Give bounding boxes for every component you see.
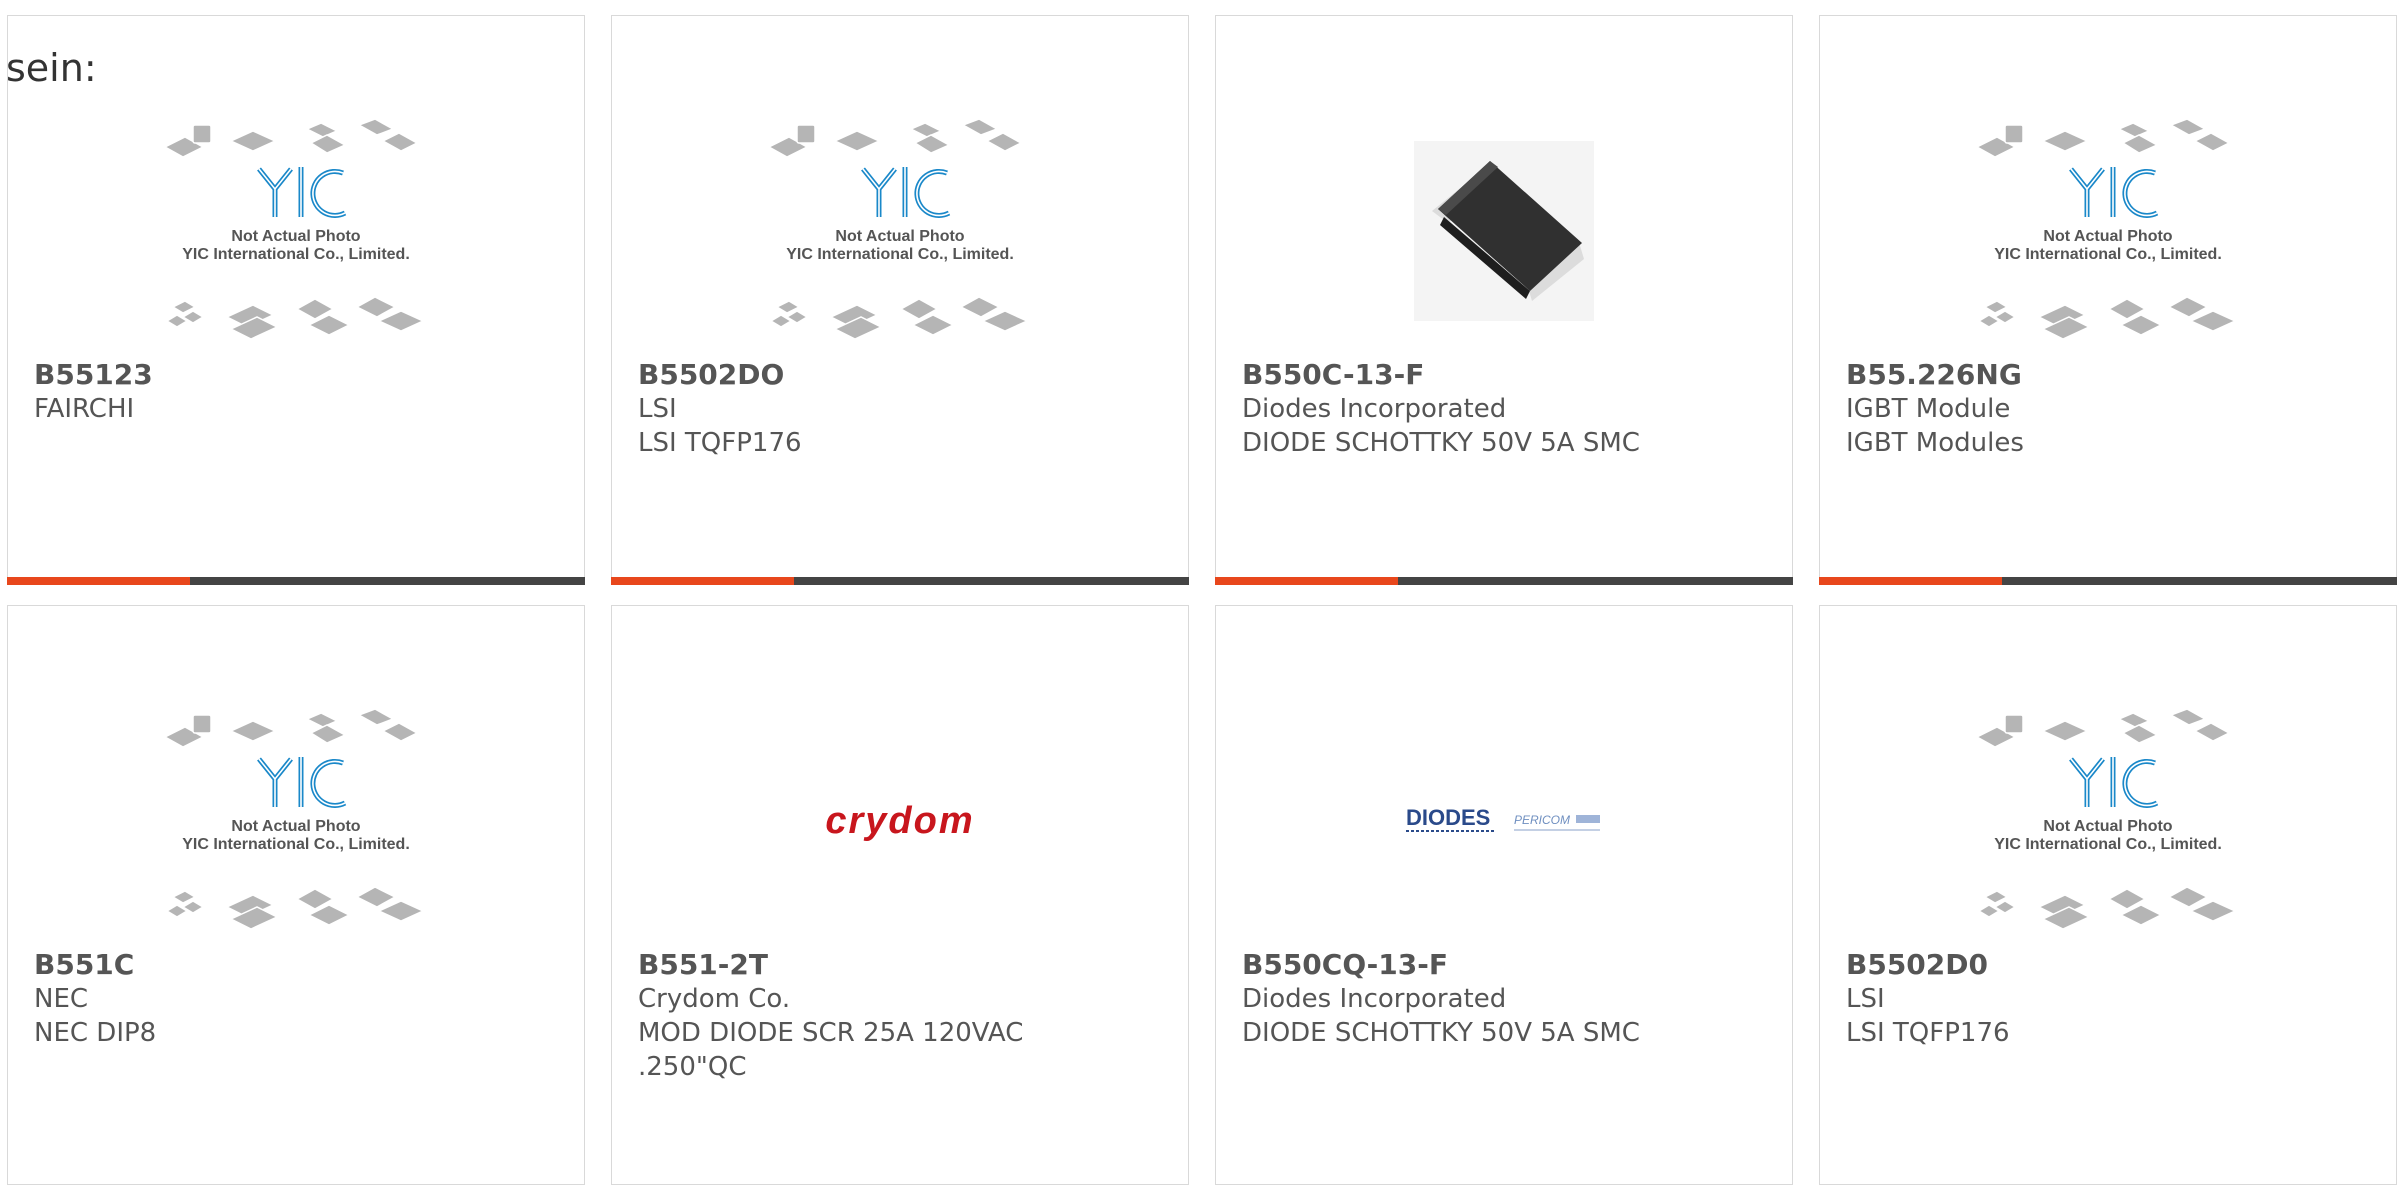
description-cont: .250"QC: [638, 1052, 747, 1082]
manufacturer: Diodes Incorporated: [1242, 394, 1507, 424]
description: DIODE SCHOTTKY 50V 5A SMC: [1242, 1018, 1640, 1048]
card-accent-bar: [1215, 577, 1793, 585]
product-card[interactable]: B550C-13-F Diodes Incorporated DIODE SCH…: [1215, 15, 1793, 585]
manufacturer: IGBT Module: [1846, 394, 2011, 424]
card-accent-bar: [1819, 577, 2397, 585]
manufacturer: Diodes Incorporated: [1242, 984, 1507, 1014]
placeholder-caption-2: YIC International Co., Limited.: [1994, 246, 2222, 263]
placeholder-caption-2: YIC International Co., Limited.: [1994, 836, 2222, 853]
description: LSI TQFP176: [1846, 1018, 2010, 1048]
product-card[interactable]: Not Actual Photo YIC International Co., …: [1819, 15, 2397, 585]
placeholder-caption-1: Not Actual Photo: [835, 228, 964, 245]
placeholder-caption-2: YIC International Co., Limited.: [786, 246, 1014, 263]
description: NEC DIP8: [34, 1018, 157, 1048]
product-image[interactable]: Not Actual Photo YIC International Co., …: [1820, 686, 2396, 956]
placeholder-caption-1: Not Actual Photo: [231, 818, 360, 835]
card-accent-bar: [611, 577, 1189, 585]
product-image[interactable]: Not Actual Photo YIC International Co., …: [612, 96, 1188, 366]
placeholder-image: Not Actual Photo YIC International Co., …: [1975, 118, 2237, 340]
part-number-link[interactable]: B5502D0: [1846, 948, 2370, 982]
part-number-link[interactable]: B551-2T: [638, 948, 1162, 982]
product-image[interactable]: Not Actual Photo YIC International Co., …: [8, 686, 584, 956]
part-number-link[interactable]: B55123: [34, 358, 558, 392]
description: MOD DIODE SCR 25A 120VAC: [638, 1018, 1024, 1048]
product-card[interactable]: DIODES PERICOM B550CQ-13-F Diodes Incorp…: [1215, 605, 1793, 1185]
placeholder-caption-2: YIC International Co., Limited.: [182, 836, 410, 853]
part-number-link[interactable]: B55.226NG: [1846, 358, 2370, 392]
crydom-logo: crydom: [825, 800, 974, 842]
smc-diode-photo: [1414, 141, 1594, 321]
placeholder-caption-1: Not Actual Photo: [2043, 228, 2172, 245]
product-card[interactable]: Not Actual Photo YIC International Co., …: [1819, 605, 2397, 1185]
placeholder-image: Not Actual Photo YIC International Co., …: [1975, 708, 2237, 930]
diodes-pericom-logo: DIODES PERICOM: [1406, 805, 1600, 832]
manufacturer: LSI: [638, 394, 677, 424]
product-image[interactable]: Not Actual Photo YIC International Co., …: [8, 96, 584, 366]
placeholder-image: Not Actual Photo YIC International Co., …: [163, 708, 425, 930]
pericom-logo-text: PERICOM: [1514, 813, 1570, 827]
placeholder-image: Not Actual Photo YIC International Co., …: [163, 118, 425, 340]
part-number-link[interactable]: B551C: [34, 948, 558, 982]
description: DIODE SCHOTTKY 50V 5A SMC: [1242, 428, 1640, 458]
manufacturer: FAIRCHI: [34, 394, 135, 424]
product-card[interactable]: crydom B551-2T Crydom Co. MOD DIODE SCR …: [611, 605, 1189, 1185]
part-number-link[interactable]: B550CQ-13-F: [1242, 948, 1766, 982]
manufacturer: LSI: [1846, 984, 1885, 1014]
product-image[interactable]: DIODES PERICOM: [1216, 686, 1792, 956]
manufacturer: Crydom Co.: [638, 984, 791, 1014]
placeholder-caption-1: Not Actual Photo: [2043, 818, 2172, 835]
product-image[interactable]: crydom: [612, 686, 1188, 956]
crydom-logo-text: crydom: [825, 800, 974, 842]
part-number-link[interactable]: B550C-13-F: [1242, 358, 1766, 392]
placeholder-caption-1: Not Actual Photo: [231, 228, 360, 245]
product-image[interactable]: [1216, 96, 1792, 366]
product-card[interactable]: Not Actual Photo YIC International Co., …: [611, 15, 1189, 585]
placeholder-caption-2: YIC International Co., Limited.: [182, 246, 410, 263]
product-card[interactable]: Not Actual Photo YIC International Co., …: [7, 15, 585, 585]
product-card[interactable]: Not Actual Photo YIC International Co., …: [7, 605, 585, 1185]
diodes-logo-text: DIODES: [1406, 805, 1490, 830]
description: IGBT Modules: [1846, 428, 2024, 458]
product-image[interactable]: Not Actual Photo YIC International Co., …: [1820, 96, 2396, 366]
card-accent-bar: [7, 577, 585, 585]
description: LSI TQFP176: [638, 428, 802, 458]
part-number-link[interactable]: B5502DO: [638, 358, 1162, 392]
page-prefix-text: sein:: [6, 46, 97, 90]
placeholder-image: Not Actual Photo YIC International Co., …: [767, 118, 1029, 340]
manufacturer: NEC: [34, 984, 89, 1014]
